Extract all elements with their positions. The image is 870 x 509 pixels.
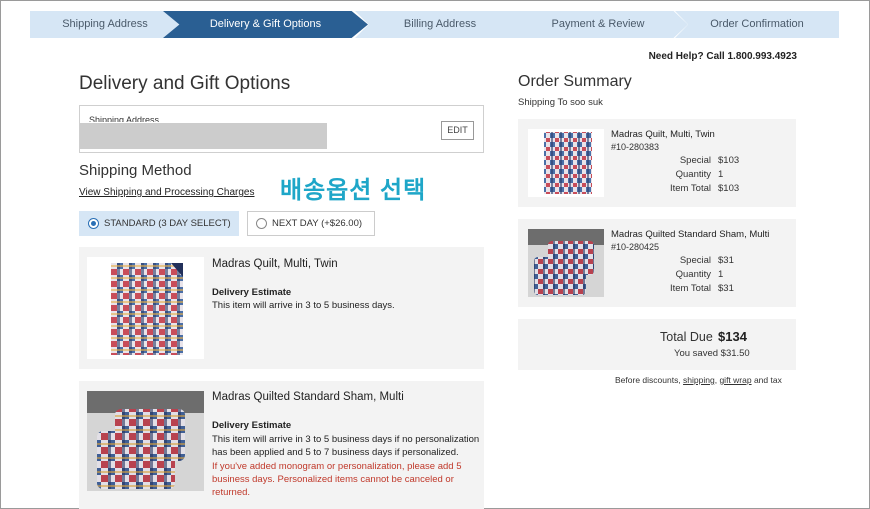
row-value: $103 xyxy=(718,183,740,194)
step-delivery-gift-options[interactable]: Delivery & Gift Options xyxy=(163,11,368,38)
view-shipping-charges-link[interactable]: View Shipping and Processing Charges xyxy=(79,187,254,198)
shipping-option-standard[interactable]: STANDARD (3 DAY SELECT) xyxy=(79,211,239,236)
product-image xyxy=(528,229,604,297)
row-label: Quantity xyxy=(675,169,711,180)
row-value: $31 xyxy=(718,255,734,266)
summary-product-name: Madras Quilt, Multi, Twin xyxy=(611,129,715,140)
step-billing-address[interactable]: Billing Address xyxy=(355,11,525,38)
step-label: Billing Address xyxy=(403,18,477,30)
summary-product-card: Madras Quilt, Multi, Twin #10-280383 Spe… xyxy=(518,119,796,207)
page-title: Delivery and Gift Options xyxy=(79,73,291,94)
row-value: $103 xyxy=(718,155,740,166)
step-label: Payment & Review xyxy=(551,18,645,30)
total-due-label: Total Due xyxy=(660,330,713,344)
overlay-annotation: 배송옵션 선택 xyxy=(280,177,427,204)
edit-address-button[interactable]: EDIT xyxy=(441,121,474,140)
delivery-estimate-label: Delivery Estimate xyxy=(212,420,292,431)
ship-to-text: Shipping To soo suk xyxy=(518,97,603,108)
delivery-item: Madras Quilted Standard Sham, Multi Deli… xyxy=(79,381,484,509)
disclaimer-text: Before discounts, xyxy=(615,375,684,385)
row-value: $31 xyxy=(718,283,734,294)
gift-wrap-link[interactable]: gift wrap xyxy=(719,375,751,385)
disclaimer-text: and tax xyxy=(751,375,782,385)
order-total-card: Total Due $134 You saved $31.50 xyxy=(518,319,796,370)
step-payment-review[interactable]: Payment & Review xyxy=(508,11,688,38)
checkout-progress: Shipping Address Billing Address Payment… xyxy=(30,11,839,38)
step-label: Delivery & Gift Options xyxy=(209,18,322,30)
delivery-item: Madras Quilt, Multi, Twin Delivery Estim… xyxy=(79,247,484,369)
radio-icon[interactable] xyxy=(256,218,267,229)
step-shipping-address[interactable]: Shipping Address xyxy=(30,11,180,38)
help-phone: Need Help? Call 1.800.993.4923 xyxy=(648,51,797,62)
step-label: Order Confirmation xyxy=(710,18,804,30)
summary-product-sku: #10-280383 xyxy=(611,142,660,152)
product-image xyxy=(528,129,604,197)
shipping-method-title: Shipping Method xyxy=(79,162,192,179)
shipping-address-box: Shipping Address EDIT xyxy=(79,105,484,153)
shipping-option-label: STANDARD (3 DAY SELECT) xyxy=(104,218,231,229)
redacted-address xyxy=(80,123,327,149)
delivery-estimate-label: Delivery Estimate xyxy=(212,287,292,298)
row-value: 1 xyxy=(718,169,724,180)
delivery-estimate-text: This item will arrive in 3 to 5 business… xyxy=(212,434,480,458)
row-label: Special xyxy=(679,255,711,266)
row-label: Item Total xyxy=(669,183,711,194)
summary-product-card: Madras Quilted Standard Sham, Multi #10-… xyxy=(518,219,796,307)
total-due-value: $134 xyxy=(718,329,747,344)
product-image xyxy=(87,257,204,359)
item-name: Madras Quilt, Multi, Twin xyxy=(212,258,338,270)
row-label: Quantity xyxy=(675,269,711,280)
product-image xyxy=(87,391,204,491)
summary-product-sku: #10-280425 xyxy=(611,242,660,252)
row-label: Item Total xyxy=(669,283,711,294)
row-value: 1 xyxy=(718,269,724,280)
row-label: Special xyxy=(679,155,711,166)
step-label: Shipping Address xyxy=(62,18,148,30)
delivery-estimate-text: This item will arrive in 3 to 5 business… xyxy=(212,300,395,311)
shipping-option-label: NEXT DAY (+$26.00) xyxy=(272,218,363,229)
totals-disclaimer: Before discounts, shipping, gift wrap an… xyxy=(615,375,782,385)
summary-product-name: Madras Quilted Standard Sham, Multi xyxy=(611,229,770,240)
shipping-option-next-day[interactable]: NEXT DAY (+$26.00) xyxy=(247,211,375,236)
shipping-address-label: Shipping Address xyxy=(89,115,160,122)
step-order-confirmation[interactable]: Order Confirmation xyxy=(675,11,839,38)
order-summary-title: Order Summary xyxy=(518,73,632,90)
radio-selected-icon[interactable] xyxy=(88,218,99,229)
personalization-warning: If you've added monogram or personalizat… xyxy=(212,461,462,498)
savings-text: You saved $31.50 xyxy=(674,348,750,359)
item-name: Madras Quilted Standard Sham, Multi xyxy=(212,391,404,403)
shipping-link[interactable]: shipping xyxy=(683,375,715,385)
